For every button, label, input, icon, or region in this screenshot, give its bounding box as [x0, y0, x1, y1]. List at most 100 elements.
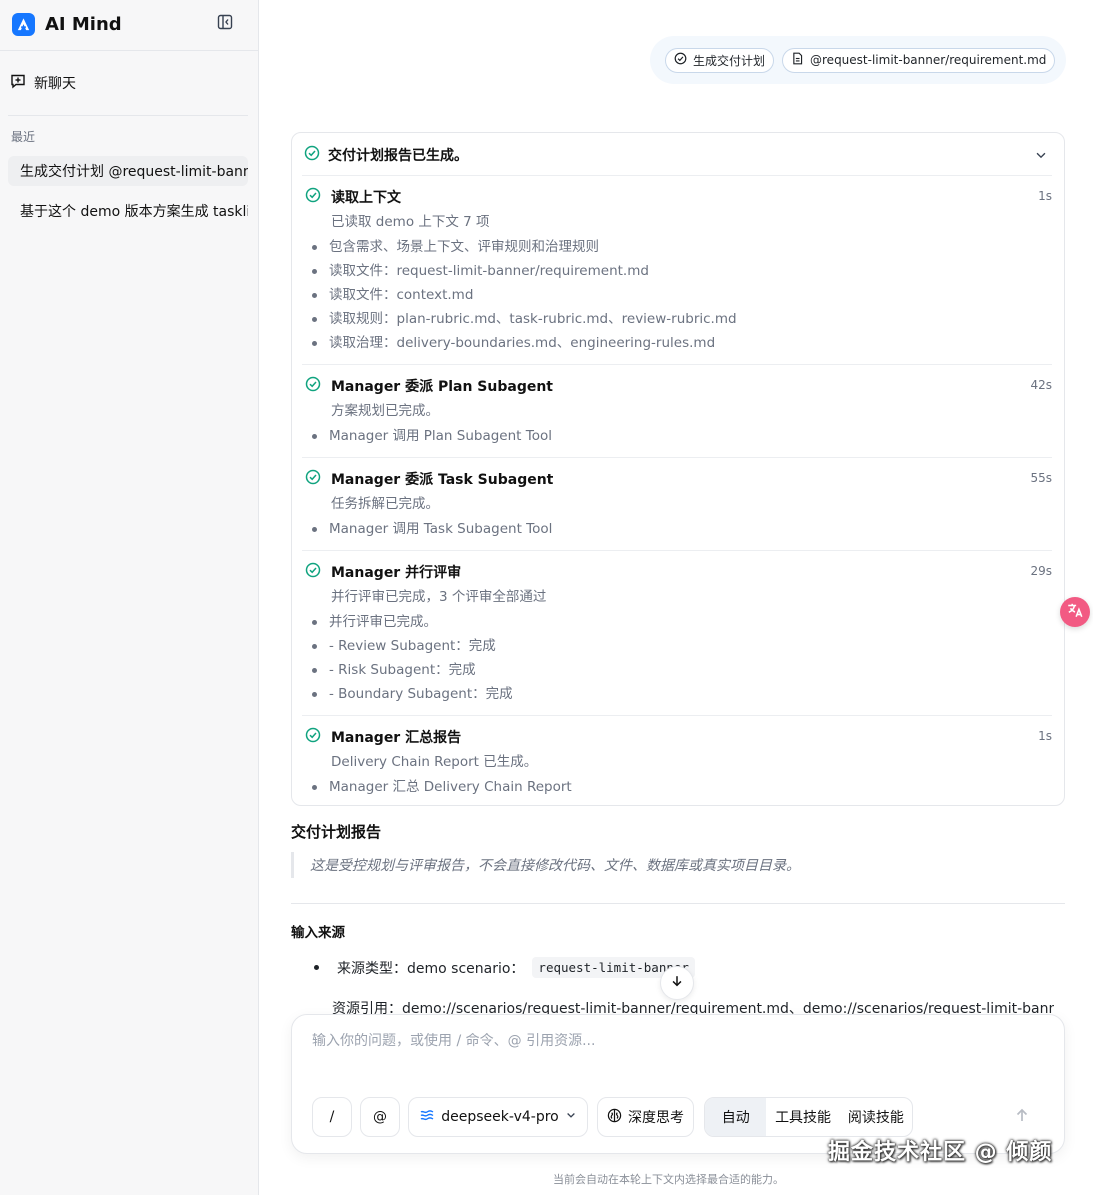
context-chip[interactable]: 生成交付计划	[665, 47, 775, 73]
deep-think-toggle[interactable]: 深度思考	[597, 1097, 694, 1137]
mention-button[interactable]: @	[360, 1097, 400, 1137]
divider	[302, 550, 1052, 551]
check-circle-icon	[305, 469, 321, 489]
check-circle-icon	[674, 52, 687, 68]
model-wave-icon	[419, 1107, 435, 1127]
check-circle-icon	[305, 187, 321, 207]
chevron-down-icon	[565, 1109, 577, 1125]
slash-command-label: /	[329, 1109, 335, 1125]
agent-steps-card: 交付计划报告已生成。 读取上下文 1s 已读取 demo 上下文 7 项 包含需…	[291, 132, 1065, 806]
list-item: Manager 调用 Plan Subagent Tool	[312, 424, 552, 448]
step-title: Manager 委派 Task Subagent	[331, 472, 554, 488]
step-item: Manager 委派 Plan Subagent 42s 方案规划已完成。 Ma…	[302, 364, 1052, 457]
sidebar: AI Mind 新聊天 最近 生成交付计划 @request-limit-ban…	[0, 0, 259, 1195]
report-disclaimer-text: 这是受控规划与评审报告，不会直接修改代码、文件、数据库或真实项目目录。	[310, 858, 800, 874]
divider	[302, 364, 1052, 365]
check-circle-icon	[304, 145, 320, 165]
brand: AI Mind	[12, 12, 122, 36]
recent-heading: 最近	[11, 130, 36, 144]
step-summary: Delivery Chain Report 已生成。	[331, 754, 538, 770]
step-item: Manager 委派 Task Subagent 55s 任务拆解已完成。 Ma…	[302, 457, 1052, 550]
step-title: 读取上下文	[331, 190, 401, 206]
divider	[0, 50, 258, 51]
model-select[interactable]: deepseek-v4-pro	[408, 1097, 588, 1137]
check-circle-icon	[305, 727, 321, 747]
step-duration: 1s	[1038, 729, 1052, 743]
history-item-label: 基于这个 demo 版本方案生成 tasklist	[20, 204, 248, 220]
scroll-to-bottom-button[interactable]	[660, 966, 694, 1000]
report-disclaimer: 这是受控规划与评审报告，不会直接修改代码、文件、数据库或真实项目目录。	[291, 852, 800, 878]
step-details: 包含需求、场景上下文、评审规则和治理规则 读取文件：request-limit-…	[312, 235, 737, 355]
step-duration: 1s	[1038, 189, 1052, 203]
step-details: Manager 汇总 Delivery Chain Report	[312, 775, 572, 799]
step-item: Manager 汇总报告 1s Delivery Chain Report 已生…	[302, 715, 1052, 805]
history-item[interactable]: 生成交付计划 @request-limit-banner/requirement…	[8, 156, 248, 186]
context-chip-label: @request-limit-banner/requirement.md	[810, 53, 1047, 67]
check-circle-icon	[305, 562, 321, 582]
divider	[302, 715, 1052, 716]
translate-float-button[interactable]	[1060, 597, 1090, 627]
arrow-up-icon	[1014, 1107, 1030, 1127]
message-input[interactable]	[312, 1033, 1032, 1049]
steps-card-title: 交付计划报告已生成。	[328, 148, 468, 164]
composer-hint: 当前会自动在本轮上下文内选择最合适的能力。	[553, 1173, 784, 1186]
mode-option-auto[interactable]: 自动	[705, 1098, 767, 1136]
divider	[8, 115, 248, 116]
step-title: Manager 委派 Plan Subagent	[331, 379, 554, 395]
mention-label: @	[373, 1109, 387, 1125]
section-heading: 输入来源	[291, 925, 345, 941]
new-chat-label: 新聊天	[34, 76, 76, 92]
new-chat-icon	[10, 73, 26, 93]
list-item: 读取规则：plan-rubric.md、task-rubric.md、revie…	[312, 307, 737, 331]
divider	[302, 175, 1052, 176]
step-summary: 并行评审已完成，3 个评审全部通过	[331, 589, 547, 605]
watermark: 掘金技术社区 @ 倾颜	[828, 1140, 1053, 1165]
collapse-sidebar-icon[interactable]	[217, 14, 235, 32]
context-chip-label: 生成交付计划	[693, 53, 766, 68]
step-details: Manager 调用 Task Subagent Tool	[312, 517, 552, 541]
list-item: - Risk Subagent：完成	[312, 658, 513, 682]
list-item: 读取文件：context.md	[312, 283, 737, 307]
list-item: 并行评审已完成。	[312, 610, 513, 634]
deep-think-label: 深度思考	[628, 1110, 684, 1126]
new-chat-button[interactable]: 新聊天	[10, 70, 76, 96]
context-chips: 生成交付计划 @request-limit-banner/requirement…	[650, 36, 1066, 84]
step-duration: 29s	[1030, 564, 1052, 578]
send-button[interactable]	[1010, 1105, 1034, 1129]
list-item: 来源类型：demo scenario： request-limit-banner	[314, 957, 695, 978]
step-item: 读取上下文 1s 已读取 demo 上下文 7 项 包含需求、场景上下文、评审规…	[302, 175, 1052, 365]
ai-mind-logo-icon	[12, 12, 35, 36]
list-item: Manager 调用 Task Subagent Tool	[312, 517, 552, 541]
divider	[302, 457, 1052, 458]
list-item: 读取治理：delivery-boundaries.md、engineering-…	[312, 331, 737, 355]
slash-command-button[interactable]: /	[312, 1097, 352, 1137]
source-type-label: 来源类型：demo scenario：	[337, 960, 525, 977]
list-item: 包含需求、场景上下文、评审规则和治理规则	[312, 235, 737, 259]
document-icon	[791, 52, 804, 68]
list-item: - Review Subagent：完成	[312, 634, 513, 658]
step-details: Manager 调用 Plan Subagent Tool	[312, 424, 552, 448]
model-select-label: deepseek-v4-pro	[441, 1109, 559, 1125]
history-item[interactable]: 基于这个 demo 版本方案生成 tasklist	[8, 196, 248, 226]
step-summary: 方案规划已完成。	[331, 403, 439, 419]
mode-switcher: 自动 工具技能 阅读技能	[704, 1097, 913, 1137]
step-duration: 55s	[1030, 471, 1052, 485]
chevron-down-icon[interactable]	[1034, 148, 1048, 166]
step-details: 并行评审已完成。 - Review Subagent：完成 - Risk Sub…	[312, 610, 513, 706]
report-title: 交付计划报告	[291, 823, 382, 841]
mode-option-tool-skills[interactable]: 工具技能	[766, 1098, 839, 1136]
app-name: AI Mind	[45, 13, 122, 35]
context-chip[interactable]: @request-limit-banner/requirement.md	[782, 47, 1056, 73]
steps-card-header[interactable]: 交付计划报告已生成。	[304, 143, 1052, 167]
composer: / @ deepseek-v4-pro 深度思考 自动 工具技能 阅读技能	[291, 1014, 1065, 1154]
step-item: Manager 并行评审 29s 并行评审已完成，3 个评审全部通过 并行评审已…	[302, 550, 1052, 715]
step-title: Manager 并行评审	[331, 565, 462, 581]
step-summary: 任务拆解已完成。	[331, 496, 439, 512]
step-summary: 已读取 demo 上下文 7 项	[331, 214, 490, 230]
history-item-label: 生成交付计划 @request-limit-banner/requirement…	[20, 164, 248, 180]
brain-icon	[607, 1108, 622, 1127]
mode-option-read-skills[interactable]: 阅读技能	[840, 1098, 912, 1136]
list-item: 读取文件：request-limit-banner/requirement.md	[312, 259, 737, 283]
translate-icon	[1066, 601, 1084, 623]
step-duration: 42s	[1030, 378, 1052, 392]
